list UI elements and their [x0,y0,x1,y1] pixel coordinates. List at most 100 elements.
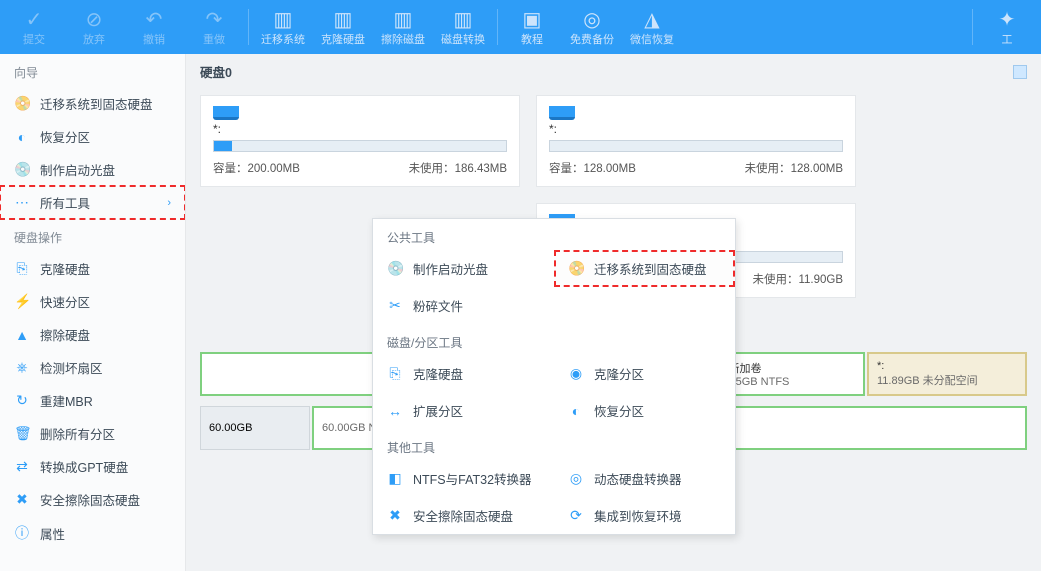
sidebar-item-label: 检测坏扇区 [40,358,103,377]
wechat-icon: ◮ [644,7,659,31]
main-area: 硬盘0 *: 容量：200.00MB 未使用：186.43MB *: 容量：12… [186,54,1041,571]
sidebar-item-icon: ⋯ [14,194,30,211]
sidebar-item-label: 克隆硬盘 [40,259,90,278]
sidebar-item-icon: ⎘ [14,260,30,277]
view-toggle-icon[interactable] [1013,65,1027,79]
sidebar-item[interactable]: ✖安全擦除固态硬盘 [0,483,185,516]
popup-section-diskpart: 磁盘/分区工具 [373,324,735,355]
popup-item[interactable]: ⎘ 克隆硬盘 [373,355,554,392]
popup-item-label: 克隆分区 [594,364,644,383]
map-segment-unalloc[interactable]: *: 11.89GB 未分配空间 [867,352,1027,396]
popup-item-icon: 📀 [568,260,584,277]
sidebar-item-label: 快速分区 [40,292,90,311]
sidebar-item-icon: ⇄ [14,458,30,475]
sidebar-item-icon: ◐ [14,129,30,145]
popup-item[interactable]: ◧NTFS与FAT32转换器 [373,460,554,497]
wechat-button[interactable]: ◮微信恢复 [622,0,682,54]
popup-item-label: 动态硬盘转换器 [594,469,682,488]
sidebar-item[interactable]: ⚡快速分区 [0,285,185,318]
popup-item-icon: ⟳ [568,507,584,524]
clone-button[interactable]: ▥克隆硬盘 [313,0,373,54]
disk-icon [213,106,239,120]
check-icon: ✓ [26,7,43,31]
disk-migrate-icon: ▥ [274,7,293,31]
sidebar-item[interactable]: ⎘ 克隆硬盘 [0,252,185,285]
sidebar-item[interactable]: 📀迁移系统到固态硬盘 [0,87,185,120]
sidebar-item-label: 属性 [40,524,65,543]
partition-name: *: [213,122,507,136]
partition-name: *: [549,122,843,136]
sidebar-item-icon: ✖ [14,491,30,508]
wipe-button[interactable]: ▥擦除磁盘 [373,0,433,54]
freebackup-button[interactable]: ◎免费备份 [562,0,622,54]
popup-item-label: 迁移系统到固态硬盘 [594,259,707,278]
sidebar-item-icon: ⓘ [14,523,30,543]
popup-item-label: 扩展分区 [413,401,463,420]
sidebar-item[interactable]: ▲擦除硬盘 [0,318,185,351]
discard-button[interactable]: ⊘放弃 [64,0,124,54]
popup-item[interactable]: ✂ 粉碎文件 [373,287,554,324]
tutorial-button[interactable]: ▣教程 [502,0,562,54]
sidebar-item[interactable]: ⇄ 转换成GPT硬盘 [0,450,185,483]
popup-item-icon: 💿 [387,260,403,277]
migrate-button[interactable]: ▥迁移系统 [253,0,313,54]
popup-item-label: 粉碎文件 [413,296,463,315]
sidebar-item-label: 删除所有分区 [40,424,115,443]
popup-item-icon: ✂ [387,297,403,314]
all-tools-popup: 公共工具 💿 制作启动光盘 📀 迁移系统到固态硬盘 ✂ 粉碎文件 磁盘/分区工具 ⎘ 克隆硬… [372,218,736,535]
disk-title: 硬盘0 [200,62,232,81]
sidebar-item[interactable]: ⓘ 属性 [0,516,185,550]
disk-clone-icon: ▥ [334,7,353,31]
sidebar-item[interactable]: 🗑删除所有分区 [0,417,185,450]
popup-item-label: 集成到恢复环境 [594,506,682,525]
popup-item[interactable]: ✖安全擦除固态硬盘 [373,497,554,534]
sidebar-item[interactable]: ⎈ 检测坏扇区 [0,351,185,384]
popup-item-icon: ◎ [568,470,584,487]
popup-item-icon: ✖ [387,507,403,524]
main-header: 硬盘0 [186,54,1041,87]
sidebar-item-icon: ▲ [14,327,30,343]
popup-item-label: 恢复分区 [594,401,644,420]
chevron-right-icon: › [167,197,171,209]
popup-item[interactable]: ◎ 动态硬盘转换器 [554,460,735,497]
sidebar: 向导 📀迁移系统到固态硬盘 ◐ 恢复分区 💿制作启动光盘⋯所有工具› 硬盘操作 ⎘ 克隆… [0,54,186,571]
disk-wipe-icon: ▥ [394,7,413,31]
sidebar-item[interactable]: ⋯所有工具› [0,186,185,219]
sidebar-item[interactable]: ↻ 重建MBR [0,384,185,417]
backup-icon: ◎ [583,7,600,31]
sidebar-item-label: 转换成GPT硬盘 [40,457,128,476]
popup-item[interactable]: 💿 制作启动光盘 [373,250,554,287]
sidebar-item-label: 重建MBR [40,391,93,410]
redo-icon: ↷ [206,7,223,31]
popup-item-label: 克隆硬盘 [413,364,463,383]
sidebar-item-label: 恢复分区 [40,127,90,146]
partition-card-1[interactable]: *: 容量：128.00MB 未使用：128.00MB [536,95,856,187]
popup-item[interactable]: ↔ 扩展分区 [373,392,554,429]
sidebar-item-icon: ↻ [14,392,30,409]
partition-card-0[interactable]: *: 容量：200.00MB 未使用：186.43MB [200,95,520,187]
popup-item[interactable]: ◐恢复分区 [554,392,735,429]
redo-button[interactable]: ↷重做 [184,0,244,54]
disk-label[interactable]: 60.00GB [200,406,310,450]
popup-section-public: 公共工具 [373,219,735,250]
sidebar-head-diskops: 硬盘操作 [0,219,185,252]
popup-item[interactable]: ⟳ 集成到恢复环境 [554,497,735,534]
sidebar-head-wizard: 向导 [0,54,185,87]
sidebar-item[interactable]: 💿制作启动光盘 [0,153,185,186]
book-icon: ▣ [523,7,542,31]
undo-button[interactable]: ↶撤销 [124,0,184,54]
tools-right-button[interactable]: ✦工 [977,0,1037,54]
top-toolbar: ✓提交 ⊘放弃 ↶撤销 ↷重做 ▥迁移系统 ▥克隆硬盘 ▥擦除磁盘 ▥磁盘转换 … [0,0,1041,54]
popup-item-icon: ⎘ [387,365,403,382]
sidebar-item-icon: ⎈ [14,359,30,376]
sidebar-item[interactable]: ◐ 恢复分区 [0,120,185,153]
popup-item-icon: ↔ [387,403,403,419]
sidebar-item-label: 迁移系统到固态硬盘 [40,94,153,113]
submit-button[interactable]: ✓提交 [4,0,64,54]
popup-item-label: 制作启动光盘 [413,259,488,278]
convert-button[interactable]: ▥磁盘转换 [433,0,493,54]
popup-item[interactable]: 📀 迁移系统到固态硬盘 [554,250,735,287]
popup-item[interactable]: ◉克隆分区 [554,355,735,392]
usage-bar [549,140,843,152]
sidebar-item-icon: 💿 [14,161,30,178]
